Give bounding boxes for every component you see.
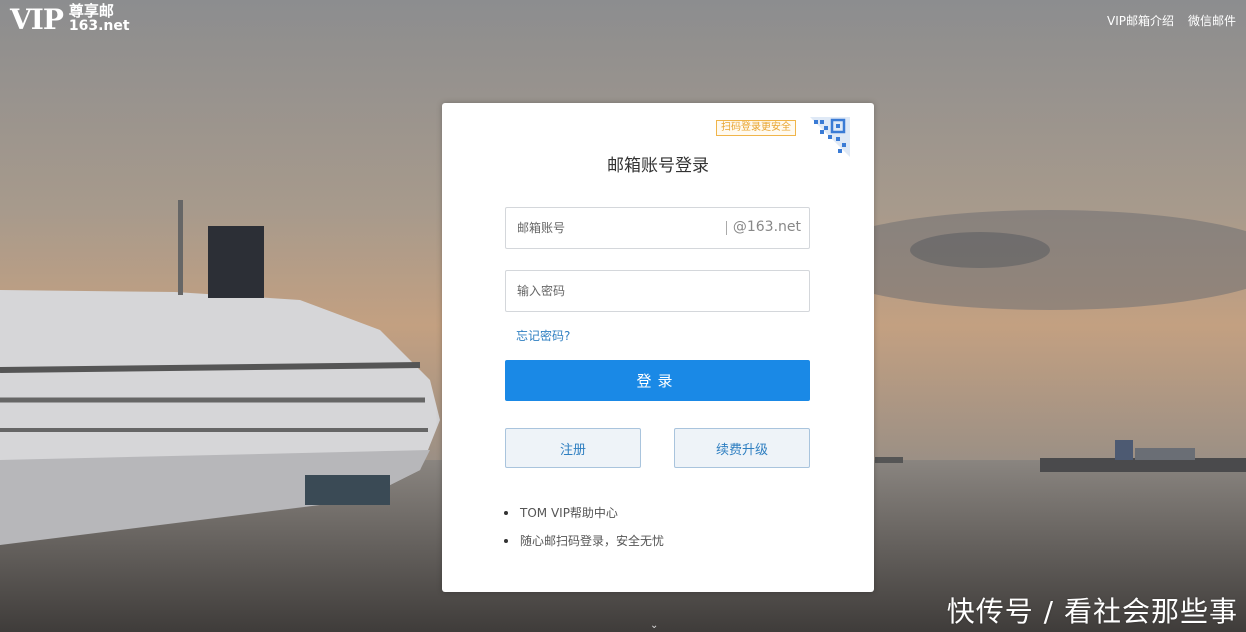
- account-input[interactable]: [506, 208, 716, 248]
- renew-upgrade-button[interactable]: 续费升级: [674, 428, 810, 468]
- vip-logo[interactable]: VIP 尊享邮 163.net: [10, 4, 130, 36]
- help-links: TOM VIP帮助中心 随心邮扫码登录，安全无忧: [504, 503, 664, 559]
- password-input[interactable]: [506, 271, 716, 311]
- qr-login-tip[interactable]: 扫码登录更安全: [716, 120, 796, 136]
- chevron-down-icon[interactable]: ⌄: [650, 620, 658, 631]
- link-qr-login[interactable]: 随心邮扫码登录，安全无忧: [504, 531, 664, 559]
- logo-domain: 163.net: [68, 18, 130, 34]
- nav-vip-intro[interactable]: VIP邮箱介绍: [1107, 12, 1174, 29]
- watermark: 快传号 / 看社会那些事: [946, 595, 1238, 628]
- login-title: 邮箱账号登录: [607, 156, 709, 176]
- field-separator: [726, 221, 727, 235]
- password-field: [505, 270, 810, 312]
- logo-mark: VIP: [10, 3, 64, 36]
- nav-wechat-mail[interactable]: 微信邮件: [1188, 12, 1236, 29]
- register-button[interactable]: 注册: [505, 428, 641, 468]
- domain-suffix: @163.net: [732, 219, 801, 235]
- login-card: 扫码登录更安全 邮箱账号登录 @163.net 忘记密码? 登录 注册 续费升级…: [442, 103, 874, 592]
- link-help-center[interactable]: TOM VIP帮助中心: [504, 503, 664, 531]
- account-field: @163.net: [505, 207, 810, 249]
- top-nav: VIP邮箱介绍 微信邮件: [1107, 12, 1236, 29]
- forgot-password-link[interactable]: 忘记密码?: [516, 327, 570, 344]
- logo-brand-name: 尊享邮: [68, 2, 114, 20]
- login-button[interactable]: 登录: [505, 360, 810, 401]
